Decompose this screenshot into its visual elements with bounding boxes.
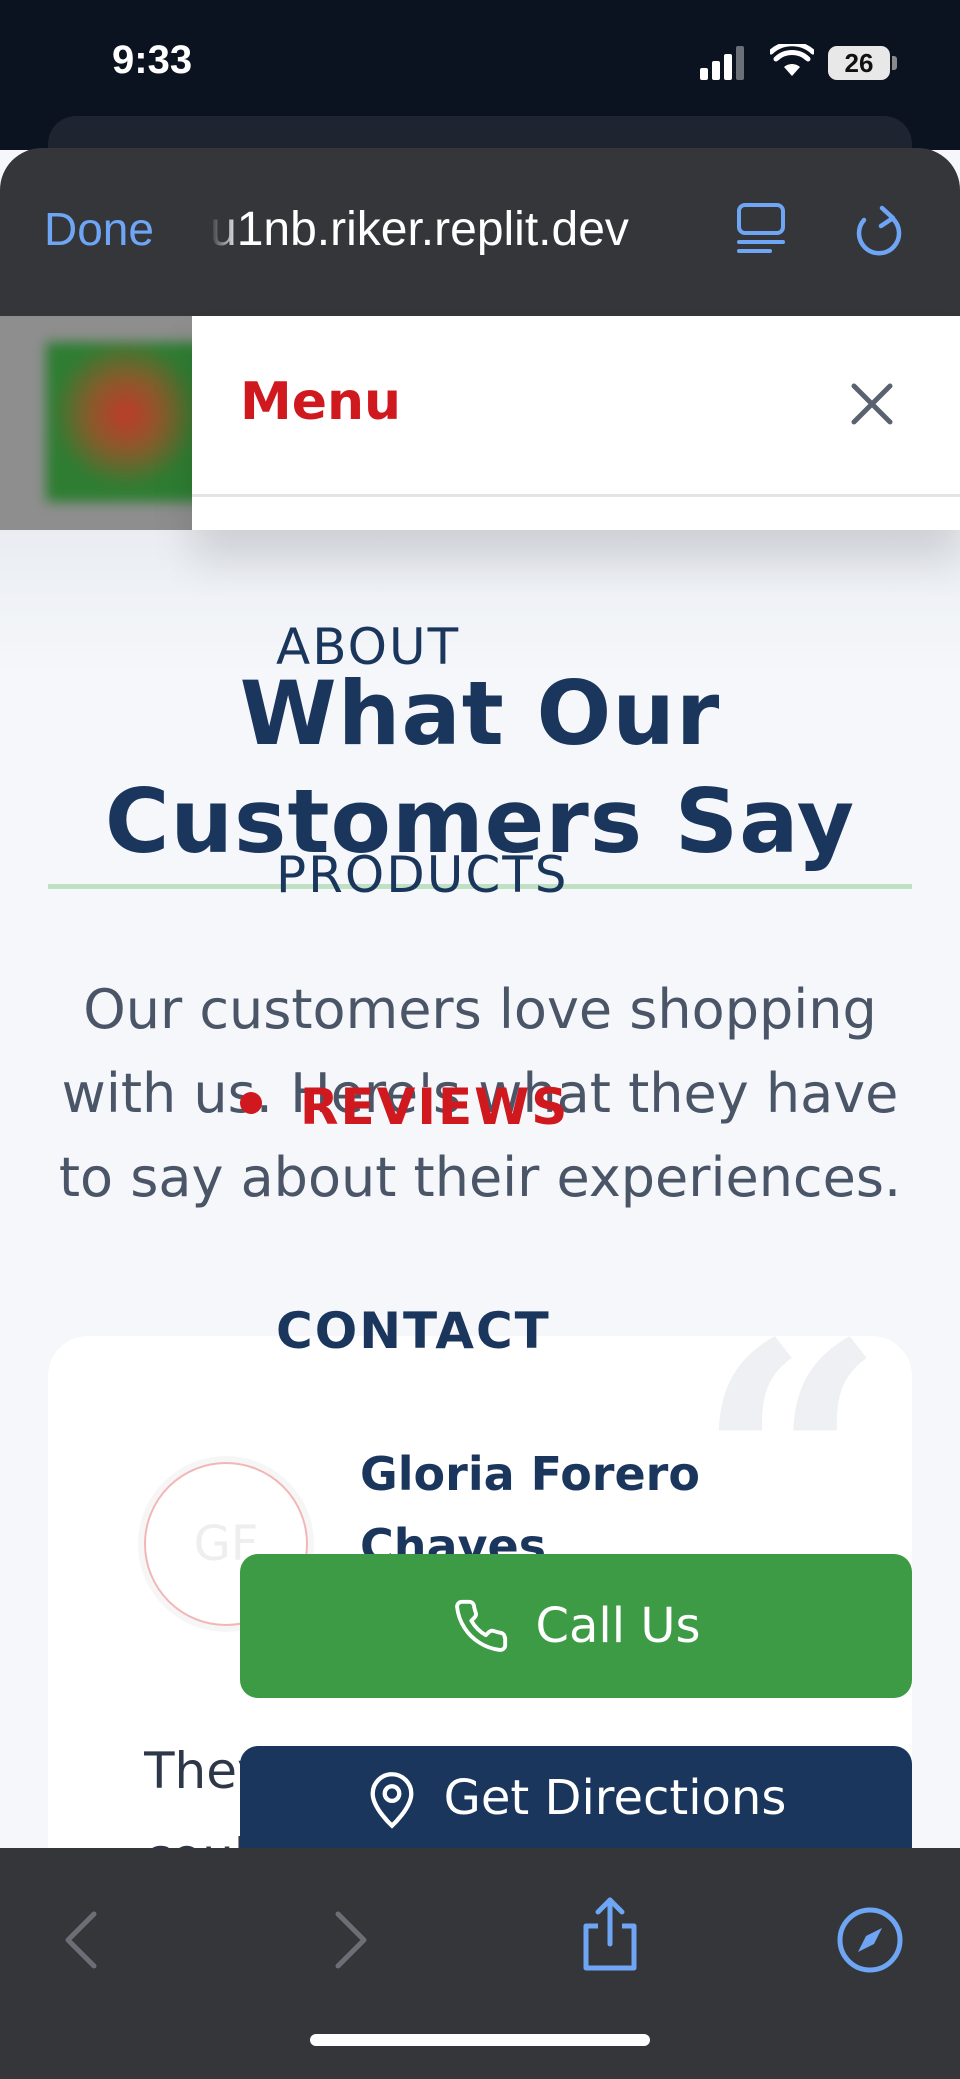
get-directions-label: Get Directions — [443, 1770, 787, 1826]
section-title: What Our Customers Say — [0, 660, 960, 876]
home-indicator — [310, 2034, 650, 2046]
map-pin-icon — [370, 1772, 414, 1829]
active-indicator-dot — [240, 1092, 262, 1114]
logo-image — [46, 342, 206, 502]
battery-indicator: 26 — [828, 46, 890, 80]
call-us-label: Call Us — [535, 1598, 701, 1654]
call-us-button[interactable]: Call Us — [240, 1554, 912, 1698]
nav-link-about[interactable]: ABOUT — [276, 618, 460, 676]
url-display[interactable]: u1nb.riker.replit.dev — [210, 202, 700, 258]
reload-icon[interactable] — [852, 202, 904, 258]
url-fade — [210, 202, 240, 258]
get-directions-button[interactable]: Get Directions — [240, 1746, 912, 1856]
menu-divider — [192, 494, 960, 497]
logo-thumbnail — [0, 316, 206, 530]
forward-icon[interactable] — [330, 1910, 370, 1970]
close-icon[interactable] — [850, 382, 894, 426]
battery-cap — [892, 56, 897, 70]
status-time: 9:33 — [112, 38, 193, 82]
back-icon[interactable] — [62, 1910, 102, 1970]
share-icon[interactable] — [578, 1896, 642, 1972]
menu-panel: Menu — [192, 316, 960, 530]
section-wave-background — [0, 530, 960, 670]
battery-level: 26 — [844, 47, 874, 78]
reader-mode-icon[interactable] — [736, 202, 786, 254]
wifi-icon — [770, 44, 814, 76]
browser-toolbar: Done u1nb.riker.replit.dev — [0, 148, 960, 316]
done-button[interactable]: Done — [44, 202, 154, 256]
status-bar: 9:33 26 — [0, 0, 960, 176]
menu-title: Menu — [240, 372, 402, 432]
nav-link-contact[interactable]: CONTACT — [276, 1302, 551, 1360]
browser-bottom-toolbar — [0, 1848, 960, 2079]
compass-icon[interactable] — [836, 1906, 904, 1974]
nav-link-products[interactable]: PRODUCTS — [276, 846, 569, 904]
cellular-signal-icon — [700, 46, 744, 80]
nav-link-reviews[interactable]: REVIEWS — [300, 1078, 569, 1136]
phone-icon — [454, 1599, 507, 1652]
section-title-line1: What Our — [239, 662, 721, 765]
